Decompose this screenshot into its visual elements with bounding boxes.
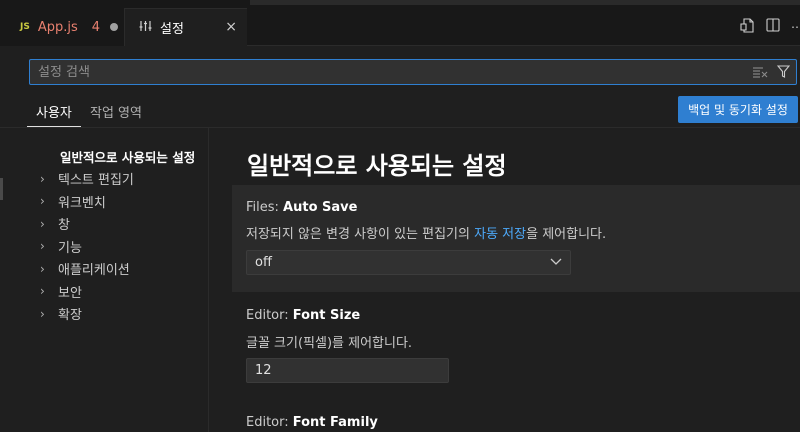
js-file-icon: JS [20,22,30,32]
settings-search-box [29,59,797,85]
unsaved-dot-icon[interactable] [110,23,119,31]
split-editor-icon[interactable] [766,18,780,32]
activity-bar-marker [0,178,3,200]
toc-item-label: 워크벤치 [58,195,106,211]
toc-item-features[interactable]: › 기능 [40,235,210,258]
open-settings-json-icon[interactable] [740,18,755,33]
backup-sync-button[interactable]: 백업 및 동기화 설정 [678,96,798,123]
toc-item-label: 텍스트 편집기 [58,173,134,189]
setting-title-font-family: Editor: Font Family [246,415,378,430]
toc-item-label: 애플리케이션 [58,263,130,279]
toc-item-commonly-used[interactable]: 일반적으로 사용되는 설정 [40,145,210,168]
font-size-input[interactable] [246,358,449,383]
setting-name: Font Family [292,415,378,430]
toc-item-workbench[interactable]: › 워크벤치 [40,190,210,213]
toc-item-label: 기능 [58,240,82,256]
desc-text: 을 제어합니다. [526,227,607,242]
chevron-right-icon: › [40,171,45,186]
setting-category: Files: [246,200,284,215]
toc-item-label: 확장 [58,308,82,324]
setting-category: Editor: [246,415,293,430]
toc-item-window[interactable]: › 창 [40,213,210,236]
auto-save-select[interactable]: off [246,250,571,275]
scope-divider [0,127,800,128]
tab-app-js[interactable]: JS App.js 4 [0,8,125,46]
scope-tab-workspace[interactable]: 작업 영역 [90,102,142,121]
toc-item-text-editor[interactable]: › 텍스트 편집기 [40,168,210,191]
auto-save-link[interactable]: 자동 저장 [474,227,526,242]
setting-name: Auto Save [283,200,358,215]
toc-divider [208,128,209,432]
settings-search-input[interactable] [38,64,753,80]
selected-value: off [255,255,272,270]
settings-toc: 일반적으로 사용되는 설정 › 텍스트 편집기 › 워크벤치 › 창 › 기능 … [40,145,210,325]
settings-sliders-icon [139,20,152,36]
chevron-right-icon: › [40,216,45,231]
setting-category: Editor: [246,308,293,323]
setting-title-font-size: Editor: Font Size [246,308,360,323]
clear-filter-icon[interactable] [753,63,769,82]
desc-text: 저장되지 않은 변경 사항이 있는 편집기의 [246,227,475,242]
editor-tab-bar: JS App.js 4 설정 × ⋯ [0,0,800,46]
chevron-down-icon [550,255,562,270]
chevron-right-icon: › [40,239,45,254]
chevron-right-icon: › [40,261,45,276]
toc-item-application[interactable]: › 애플리케이션 [40,258,210,281]
setting-title-auto-save: Files: Auto Save [246,200,357,215]
title-bar-strip [250,0,800,5]
chevron-right-icon: › [40,306,45,321]
chevron-right-icon: › [40,194,45,209]
close-tab-button[interactable]: × [225,19,237,35]
toc-item-extensions[interactable]: › 확장 [40,303,210,326]
setting-name: Font Size [292,308,361,323]
chevron-right-icon: › [40,284,45,299]
settings-editor-window: JS App.js 4 설정 × ⋯ 설정 검색 사용자 작업 영역 백업 및 … [0,0,800,432]
more-actions-icon[interactable]: ⋯ [791,20,800,34]
filter-icon[interactable] [776,63,791,82]
tab-settings[interactable]: 설정 × [125,8,247,46]
section-title: 일반적으로 사용되는 설정 [247,152,507,180]
scope-tab-user[interactable]: 사용자 [36,102,72,121]
toc-item-label: 창 [58,218,70,234]
setting-description-font-size: 글꼴 크기(픽셀)를 제어합니다. [246,336,413,351]
tab-label: 설정 [160,22,184,37]
problem-count-badge: 4 [91,19,101,35]
toc-item-security[interactable]: › 보안 [40,280,210,303]
setting-description-auto-save: 저장되지 않은 변경 사항이 있는 편집기의 자동 저장을 제어합니다. [246,223,606,242]
tab-label: App.js [37,19,78,35]
toc-item-label: 보안 [58,285,82,301]
